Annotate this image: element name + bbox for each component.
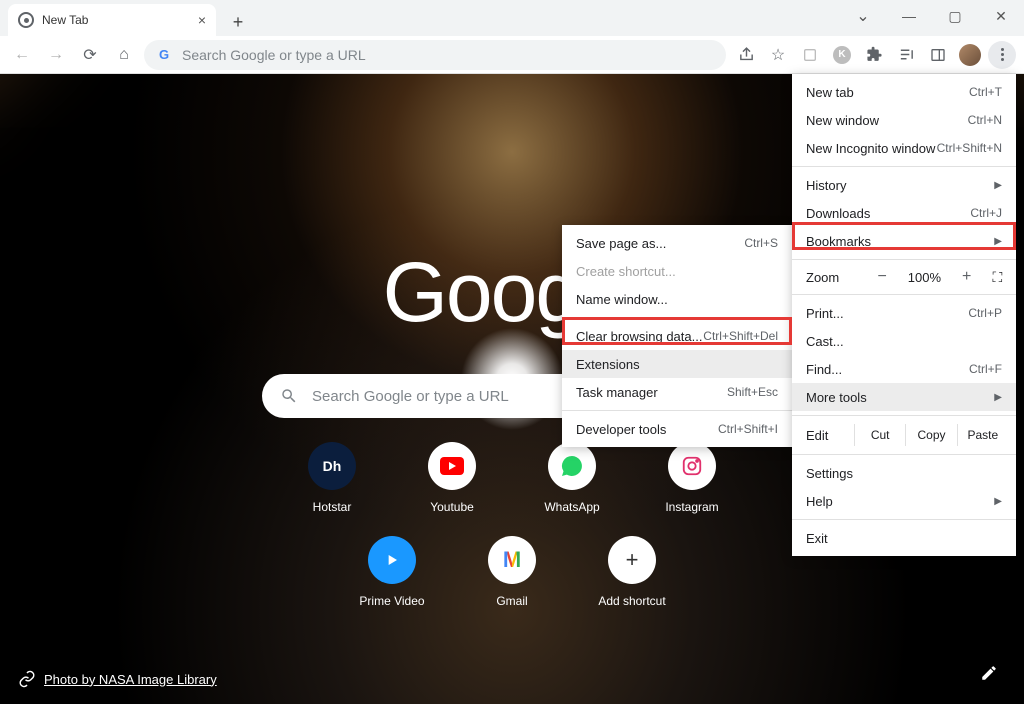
menu-downloads[interactable]: DownloadsCtrl+J	[792, 199, 1016, 227]
menu-cut[interactable]: Cut	[854, 424, 905, 446]
extension-k-icon[interactable]: K	[828, 41, 856, 69]
submenu-name-window[interactable]: Name window...	[562, 285, 792, 313]
chrome-menu-button[interactable]	[988, 41, 1016, 69]
chevron-right-icon: ▶	[994, 392, 1002, 403]
menu-new-incognito[interactable]: New Incognito windowCtrl+Shift+N	[792, 134, 1016, 162]
minimize-button[interactable]: —	[886, 8, 932, 24]
menu-help[interactable]: Help▶	[792, 487, 1016, 515]
zoom-value: 100%	[902, 270, 946, 285]
prime-video-icon	[368, 536, 416, 584]
side-panel-icon[interactable]	[924, 41, 952, 69]
submenu-create-shortcut: Create shortcut...	[562, 257, 792, 285]
zoom-out-button[interactable]: −	[870, 268, 894, 286]
close-window-button[interactable]: ✕	[978, 8, 1024, 25]
share-icon[interactable]	[732, 41, 760, 69]
shortcut-gmail[interactable]: M Gmail	[464, 536, 560, 608]
whatsapp-icon	[548, 442, 596, 490]
shortcut-youtube[interactable]: Youtube	[404, 442, 500, 514]
browser-tab[interactable]: New Tab ×	[8, 4, 216, 36]
tab-title: New Tab	[42, 13, 88, 27]
profile-avatar[interactable]	[956, 41, 984, 69]
toolbar-actions: ☆ K	[732, 41, 1016, 69]
menu-new-window[interactable]: New windowCtrl+N	[792, 106, 1016, 134]
menu-settings[interactable]: Settings	[792, 459, 1016, 487]
maximize-button[interactable]: ▢	[932, 8, 978, 25]
shortcut-add[interactable]: + Add shortcut	[584, 536, 680, 608]
submenu-task-manager[interactable]: Task managerShift+Esc	[562, 378, 792, 406]
chevron-right-icon: ▶	[994, 180, 1002, 191]
plus-icon: +	[608, 536, 656, 584]
chrome-main-menu: New tabCtrl+T New windowCtrl+N New Incog…	[792, 74, 1016, 556]
forward-button[interactable]: →	[42, 41, 70, 69]
menu-separator	[792, 259, 1016, 260]
submenu-clear-data[interactable]: Clear browsing data...Ctrl+Shift+Del	[562, 322, 792, 350]
zoom-in-button[interactable]: +	[954, 268, 978, 286]
shortcuts-row-1: Dh Hotstar Youtube WhatsApp Instagram	[284, 442, 740, 514]
reading-list-icon[interactable]	[892, 41, 920, 69]
menu-separator	[792, 519, 1016, 520]
customize-button[interactable]	[972, 656, 1006, 690]
attribution-link[interactable]: Photo by NASA Image Library	[44, 672, 217, 687]
extensions-puzzle-icon[interactable]	[860, 41, 888, 69]
menu-more-tools[interactable]: More tools▶	[792, 383, 1016, 411]
menu-separator	[792, 454, 1016, 455]
menu-zoom-row: Zoom − 100% + ⛶	[792, 264, 1016, 290]
menu-separator	[792, 166, 1016, 167]
menu-bookmarks[interactable]: Bookmarks▶	[792, 227, 1016, 255]
shortcuts-row-2: Prime Video M Gmail + Add shortcut	[344, 536, 680, 608]
instagram-icon	[668, 442, 716, 490]
extension-box-icon[interactable]	[796, 41, 824, 69]
background-attribution: Photo by NASA Image Library	[18, 670, 217, 688]
back-button[interactable]: ←	[8, 41, 36, 69]
google-icon: G	[156, 47, 172, 63]
submenu-extensions[interactable]: Extensions	[562, 350, 792, 378]
submenu-save-page[interactable]: Save page as...Ctrl+S	[562, 229, 792, 257]
menu-history[interactable]: History▶	[792, 171, 1016, 199]
search-icon	[280, 387, 298, 405]
gmail-icon: M	[488, 536, 536, 584]
chevron-right-icon: ▶	[994, 496, 1002, 507]
shortcut-whatsapp[interactable]: WhatsApp	[524, 442, 620, 514]
shortcut-hotstar[interactable]: Dh Hotstar	[284, 442, 380, 514]
menu-find[interactable]: Find...Ctrl+F	[792, 355, 1016, 383]
more-tools-submenu: Save page as...Ctrl+S Create shortcut...…	[562, 225, 792, 447]
fullscreen-button[interactable]: ⛶	[987, 269, 1008, 286]
omnibox-placeholder: Search Google or type a URL	[182, 47, 366, 63]
chevron-down-icon[interactable]: ⌄	[840, 6, 886, 26]
menu-separator	[792, 294, 1016, 295]
reload-button[interactable]: ⟳	[76, 41, 104, 69]
menu-copy[interactable]: Copy	[905, 424, 956, 446]
new-tab-button[interactable]: +	[224, 8, 252, 36]
menu-separator	[562, 317, 792, 318]
menu-separator	[792, 415, 1016, 416]
ntp-search-placeholder: Search Google or type a URL	[312, 388, 509, 405]
youtube-icon	[428, 442, 476, 490]
shortcut-instagram[interactable]: Instagram	[644, 442, 740, 514]
menu-separator	[562, 410, 792, 411]
hotstar-icon: Dh	[308, 442, 356, 490]
menu-exit[interactable]: Exit	[792, 524, 1016, 552]
menu-print[interactable]: Print...Ctrl+P	[792, 299, 1016, 327]
toolbar: ← → ⟳ ⌂ G Search Google or type a URL ☆ …	[0, 36, 1024, 74]
home-button[interactable]: ⌂	[110, 41, 138, 69]
menu-paste[interactable]: Paste	[957, 424, 1008, 446]
link-icon	[18, 670, 36, 688]
tab-favicon-icon	[18, 12, 34, 28]
menu-cast[interactable]: Cast...	[792, 327, 1016, 355]
menu-edit-row: Edit Cut Copy Paste	[792, 420, 1016, 450]
submenu-dev-tools[interactable]: Developer toolsCtrl+Shift+I	[562, 415, 792, 443]
bookmark-star-icon[interactable]: ☆	[764, 41, 792, 69]
tab-close-button[interactable]: ×	[198, 12, 206, 28]
omnibox[interactable]: G Search Google or type a URL	[144, 40, 726, 70]
shortcut-prime-video[interactable]: Prime Video	[344, 536, 440, 608]
pencil-icon	[980, 664, 998, 682]
chevron-right-icon: ▶	[994, 236, 1002, 247]
window-controls: ⌄ — ▢ ✕	[840, 0, 1024, 32]
menu-new-tab[interactable]: New tabCtrl+T	[792, 78, 1016, 106]
